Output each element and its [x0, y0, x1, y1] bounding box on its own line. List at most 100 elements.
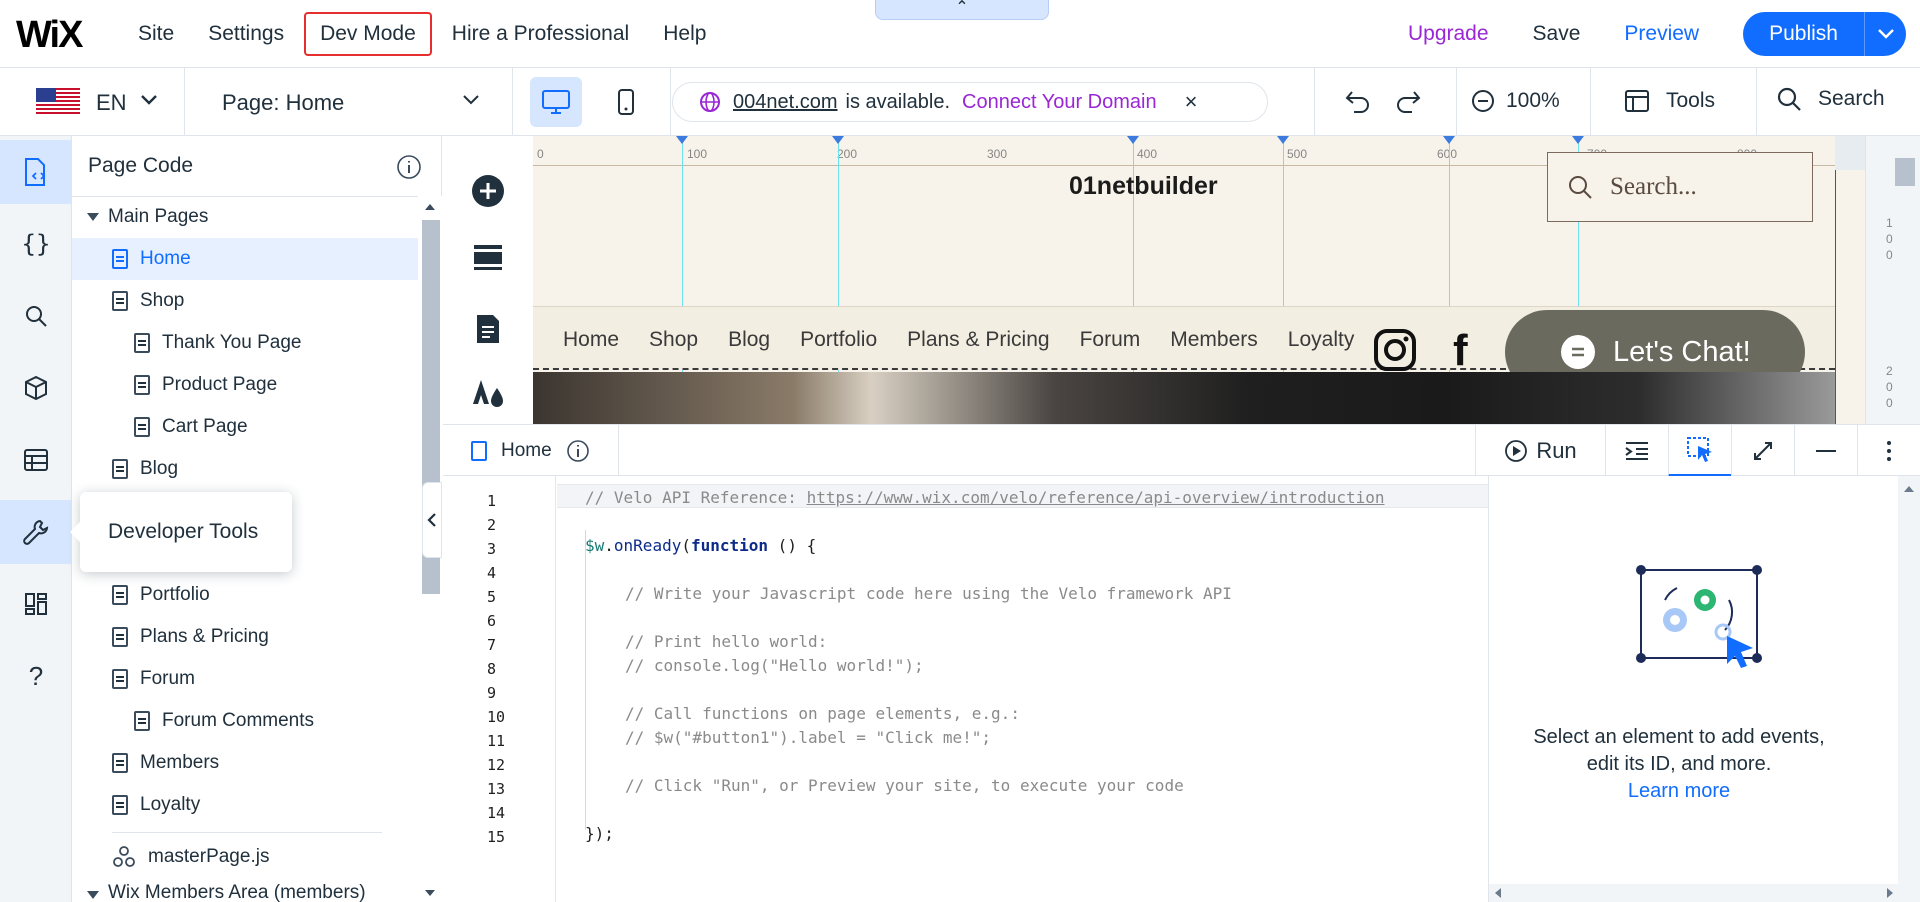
code-line-10: // Call functions on page elements, e.g.…	[625, 704, 1020, 723]
tree-item-product[interactable]: Product Page	[72, 364, 418, 406]
desktop-view-button[interactable]	[530, 77, 582, 127]
menu-dev-mode[interactable]: Dev Mode	[304, 12, 432, 56]
language-selector[interactable]: EN	[96, 90, 127, 116]
tree-item-plans-pricing[interactable]: Plans & Pricing	[72, 616, 418, 658]
tree-item-loyalty[interactable]: Loyalty	[72, 784, 418, 826]
site-design-button[interactable]	[463, 368, 513, 418]
scroll-down-icon[interactable]	[418, 886, 442, 900]
zoom-out-icon[interactable]	[1470, 88, 1496, 114]
site-preview[interactable]: 0 100 200 300 400 500 600 700 800 01netb…	[533, 136, 1835, 424]
connect-domain-link[interactable]: Connect Your Domain	[962, 91, 1157, 114]
tree-section-main-pages[interactable]: Main Pages	[72, 196, 418, 238]
site-nav-menu[interactable]: Home Shop Blog Portfolio Plans & Pricing…	[563, 328, 1384, 352]
developer-tools-rail-button[interactable]	[0, 500, 72, 564]
preview-button[interactable]: Preview	[1624, 22, 1699, 46]
collapse-topbar-button[interactable]: ⌃	[875, 0, 1049, 20]
tree-item-home[interactable]: Home	[72, 238, 418, 280]
mobile-view-button[interactable]	[600, 77, 652, 127]
packages-rail-button[interactable]	[0, 356, 72, 420]
tree-item-master-page[interactable]: masterPage.js	[72, 836, 418, 878]
zoom-control[interactable]: 100%	[1470, 88, 1560, 114]
page-code-rail-button[interactable]	[0, 140, 72, 204]
editor-canvas[interactable]: 0 100 200 300 400 500 600 700 800 01netb…	[533, 136, 1920, 424]
site-nav-blog[interactable]: Blog	[728, 328, 770, 352]
tree-item-cart[interactable]: Cart Page	[72, 406, 418, 448]
tree-item-shop[interactable]: Shop	[72, 280, 418, 322]
scroll-up-icon[interactable]	[418, 200, 442, 214]
publish-dropdown-button[interactable]	[1864, 12, 1906, 56]
save-button[interactable]: Save	[1533, 22, 1581, 46]
close-icon[interactable]: ×	[1185, 89, 1198, 115]
tree-item-portfolio[interactable]: Portfolio	[72, 574, 418, 616]
tree-item-thank-you[interactable]: Thank You Page	[72, 322, 418, 364]
undo-icon[interactable]	[1344, 88, 1372, 114]
menu-site[interactable]: Site	[124, 14, 188, 54]
menu-help[interactable]: Help	[649, 14, 720, 54]
search-button[interactable]: Search	[1776, 86, 1885, 112]
scroll-up-icon[interactable]	[1898, 482, 1920, 496]
tree-item-members[interactable]: Members	[72, 742, 418, 784]
guide-marker[interactable]	[1277, 136, 1289, 144]
collapse-panel-button[interactable]	[422, 482, 442, 558]
instagram-icon[interactable]	[1373, 328, 1417, 372]
domain-name[interactable]: 004net.com	[733, 91, 838, 114]
hero-image[interactable]	[533, 372, 1835, 424]
guide-marker[interactable]	[676, 136, 688, 144]
velo-reference-link[interactable]: https://www.wix.com/velo/reference/api-o…	[807, 488, 1385, 507]
tree-item-forum[interactable]: Forum	[72, 658, 418, 700]
question-icon: ?	[28, 660, 44, 691]
maximize-button[interactable]	[1731, 425, 1794, 477]
code-tab-home[interactable]: Home	[443, 425, 619, 477]
menu-hire-professional[interactable]: Hire a Professional	[438, 14, 643, 54]
guide-marker[interactable]	[1127, 136, 1139, 144]
facebook-icon[interactable]: f	[1453, 326, 1468, 376]
site-nav-plans[interactable]: Plans & Pricing	[907, 328, 1049, 352]
us-flag-icon[interactable]	[36, 88, 80, 114]
site-nav-shop[interactable]: Shop	[649, 328, 698, 352]
add-element-button[interactable]	[463, 166, 513, 216]
site-nav-portfolio[interactable]: Portfolio	[800, 328, 877, 352]
format-code-button[interactable]	[1605, 425, 1668, 477]
scroll-left-icon[interactable]	[1491, 884, 1505, 902]
public-backend-rail-button[interactable]: {}	[0, 212, 72, 276]
code-search-rail-button[interactable]	[0, 284, 72, 348]
publish-button[interactable]: Publish	[1743, 12, 1864, 56]
page-selector[interactable]: Page: Home	[222, 90, 344, 116]
scroll-right-icon[interactable]	[1883, 884, 1897, 902]
help-rail-button[interactable]: ?	[0, 644, 72, 708]
upgrade-button[interactable]: Upgrade	[1408, 22, 1489, 46]
run-button[interactable]: Run	[1475, 425, 1605, 477]
add-section-button[interactable]	[463, 232, 513, 282]
site-title[interactable]: 01netbuilder	[1069, 172, 1218, 201]
tree-item-blog[interactable]: Blog	[72, 448, 418, 490]
info-icon[interactable]	[396, 154, 422, 180]
chevron-down-icon[interactable]	[140, 94, 158, 106]
apps-rail-button[interactable]	[0, 572, 72, 636]
site-nav-members[interactable]: Members	[1170, 328, 1258, 352]
guide-marker[interactable]	[1572, 136, 1584, 144]
databases-rail-button[interactable]	[0, 428, 72, 492]
site-nav-home[interactable]: Home	[563, 328, 619, 352]
info-icon[interactable]	[566, 439, 590, 463]
pages-menu-button[interactable]	[463, 304, 513, 354]
site-nav-forum[interactable]: Forum	[1080, 328, 1141, 352]
properties-horizontal-scrollbar[interactable]	[1489, 884, 1899, 902]
tree-section-members-area[interactable]: Wix Members Area (members)	[72, 882, 418, 902]
guide-marker[interactable]	[1443, 136, 1455, 144]
wix-logo[interactable]: WiX	[16, 14, 83, 57]
code-editor[interactable]: 1 2 3 4 5 6 7 8 9 10 11 12 13 14 15 // V…	[443, 476, 1488, 902]
tree-item-forum-comments[interactable]: Forum Comments	[72, 700, 418, 742]
minimize-button[interactable]	[1794, 425, 1857, 477]
site-search-box[interactable]: Search...	[1547, 152, 1813, 222]
properties-panel-button[interactable]	[1668, 425, 1731, 477]
properties-vertical-scrollbar[interactable]	[1898, 476, 1920, 902]
learn-more-link[interactable]: Learn more	[1628, 780, 1730, 802]
redo-icon[interactable]	[1394, 88, 1422, 114]
menu-settings[interactable]: Settings	[194, 14, 298, 54]
tools-button[interactable]: Tools	[1624, 88, 1715, 114]
chevron-down-icon[interactable]	[462, 94, 480, 106]
site-nav-loyalty[interactable]: Loyalty	[1288, 328, 1355, 352]
guide-marker[interactable]	[832, 136, 844, 144]
more-options-button[interactable]	[1857, 425, 1920, 477]
canvas-scrollbar-thumb[interactable]	[1895, 158, 1915, 186]
